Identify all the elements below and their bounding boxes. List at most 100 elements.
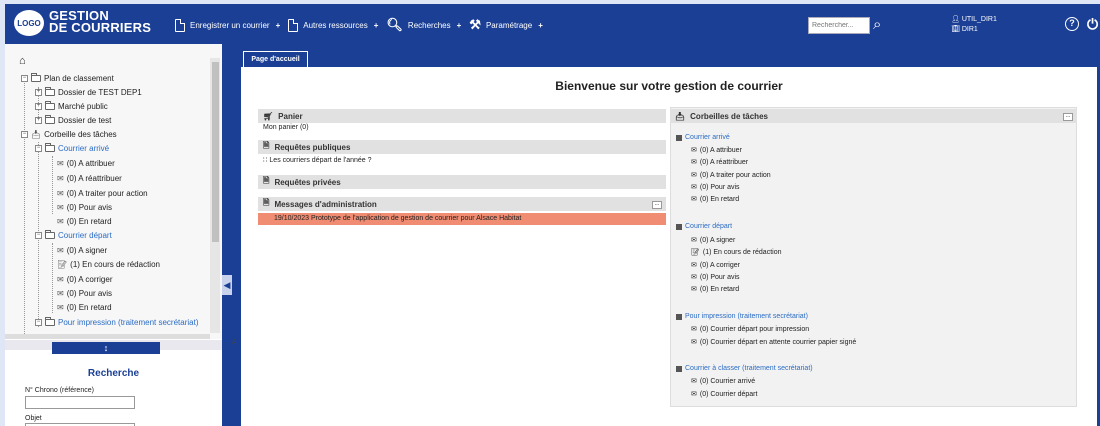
task-item[interactable]: ✉ (0) Courrier départ pour impression bbox=[691, 325, 809, 334]
task-item[interactable]: 📝︎ (1) En cours de rédaction bbox=[691, 248, 782, 257]
tree-marche-public[interactable]: + Marché public bbox=[35, 100, 108, 112]
folder-icon bbox=[45, 229, 55, 239]
tree-label: Plan de classement bbox=[44, 73, 114, 83]
nav-expand-icon[interactable]: + bbox=[276, 21, 281, 30]
nav-expand-icon[interactable]: + bbox=[538, 21, 543, 30]
folder-icon bbox=[45, 316, 55, 326]
task-item[interactable]: ✉ (0) A corriger bbox=[691, 261, 740, 270]
panier-link[interactable]: Mon panier (0) bbox=[263, 124, 309, 131]
tree-plan-classement[interactable]: − Plan de classement bbox=[21, 72, 114, 84]
tree-label: Courrier arrivé bbox=[58, 143, 110, 153]
search-icon: 🔍︎ bbox=[386, 17, 403, 32]
search-icon[interactable]: ⌕ bbox=[873, 16, 881, 33]
tree-label: Dossier de test bbox=[58, 115, 112, 125]
panel-title: Requêtes privées bbox=[274, 177, 341, 187]
dept-label: DIR1 bbox=[961, 26, 978, 33]
nav-expand-icon[interactable]: + bbox=[457, 21, 462, 30]
task-item[interactable]: ✉ (0) Pour avis bbox=[691, 273, 740, 282]
collapse-icon[interactable]: − bbox=[21, 74, 28, 82]
requete-publique-item[interactable]: ∷ Les courriers départ de l'année ? bbox=[263, 156, 372, 164]
collapse-sidebar-button[interactable]: ◀ bbox=[222, 275, 232, 295]
folder-icon bbox=[45, 114, 55, 124]
nav-enregistrer[interactable]: Enregistrer un courrier bbox=[175, 18, 270, 32]
tree-arrive-item[interactable]: ✉ (0) A attribuer bbox=[57, 157, 115, 169]
tab-page-accueil[interactable]: Page d'accueil bbox=[243, 51, 308, 67]
mail-icon: ✉ bbox=[57, 173, 64, 183]
tree-arrive-item[interactable]: ✉ (0) A réattribuer bbox=[57, 172, 122, 184]
collapse-icon[interactable]: − bbox=[35, 144, 42, 152]
chrono-input[interactable] bbox=[25, 396, 135, 409]
expand-icon[interactable]: + bbox=[35, 102, 42, 110]
collapse-icon[interactable] bbox=[676, 134, 682, 141]
tree-arrive-item[interactable]: ✉ (0) Pour avis bbox=[57, 201, 112, 213]
tree-depart-item[interactable]: ✉ (0) A corriger bbox=[57, 273, 113, 285]
expand-icon[interactable]: + bbox=[35, 116, 42, 124]
logo[interactable]: LOGO bbox=[14, 10, 44, 36]
mail-icon: ✉ bbox=[57, 274, 64, 284]
task-item[interactable]: ✉ (0) A traiter pour action bbox=[691, 171, 771, 180]
chrono-label: N° Chrono (référence) bbox=[25, 387, 94, 394]
tree-label: (0) Pour avis bbox=[66, 202, 113, 212]
tree-arrive-item[interactable]: ✉ (0) A traiter pour action bbox=[57, 187, 148, 199]
user-info[interactable]: 👤︎ UTIL_DIR1 🏢︎ DIR1 bbox=[951, 15, 997, 35]
tree-label: Courrier départ bbox=[58, 230, 112, 240]
horizontal-scrollbar[interactable] bbox=[5, 334, 210, 339]
mail-icon: ✉ bbox=[691, 286, 697, 293]
tree-depart-item[interactable]: ✉ (0) A signer bbox=[57, 244, 107, 256]
section-courrier-a-classer[interactable]: Courrier à classer (traitement secrétari… bbox=[676, 365, 813, 372]
tray-icon: 📥︎ bbox=[675, 111, 686, 121]
home-icon[interactable]: ⌂ bbox=[19, 55, 26, 67]
task-item[interactable]: ✉ (0) Courrier arrivé bbox=[691, 377, 755, 386]
help-icon[interactable]: ? bbox=[1065, 17, 1079, 31]
tree-dossier-test-dep1[interactable]: + Dossier de TEST DEP1 bbox=[35, 86, 142, 98]
collapse-icon[interactable] bbox=[676, 365, 682, 372]
tree-dossier-de-test[interactable]: + Dossier de test bbox=[35, 114, 111, 126]
section-courrier-depart[interactable]: Courrier départ bbox=[676, 223, 732, 230]
corbeilles-more-button[interactable]: ... bbox=[1063, 113, 1073, 121]
collapse-icon[interactable]: − bbox=[35, 231, 42, 239]
task-item[interactable]: ✉ (0) Courrier départ bbox=[691, 390, 757, 399]
task-item[interactable]: ✉ (0) Pour avis bbox=[691, 183, 740, 192]
power-icon[interactable]: ⏻ bbox=[1087, 16, 1098, 33]
section-courrier-arrive[interactable]: Courrier arrivé bbox=[676, 134, 730, 141]
tree-courrier-arrive[interactable]: − Courrier arrivé bbox=[35, 142, 109, 154]
task-item[interactable]: ✉ (0) A réattribuer bbox=[691, 158, 748, 167]
tree-depart-item[interactable]: 📝︎ (1) En cours de rédaction bbox=[57, 258, 160, 270]
collapse-icon[interactable]: − bbox=[21, 130, 28, 138]
requetes-publiques-header: 🗎 Requêtes publiques bbox=[258, 140, 666, 154]
nav-parametrage[interactable]: ⚒ Paramétrage bbox=[469, 17, 532, 33]
mail-icon: ✉ bbox=[57, 302, 64, 312]
section-pour-impression[interactable]: Pour impression (traitement secrétariat) bbox=[676, 313, 808, 320]
user-name: 👤︎ UTIL_DIR1 bbox=[951, 16, 997, 23]
tree-line bbox=[52, 156, 53, 214]
expand-icon[interactable]: + bbox=[35, 88, 42, 96]
tree-corbeille[interactable]: − 📥︎ Corbeille des tâches bbox=[21, 128, 117, 140]
tree-pour-impression[interactable]: − Pour impression (traitement secrétaria… bbox=[35, 316, 199, 328]
task-item[interactable]: ✉ (0) En retard bbox=[691, 285, 739, 294]
tree-arrive-item[interactable]: ✉ (0) En retard bbox=[57, 215, 112, 227]
task-item[interactable]: ✉ (0) Courrier départ en attente courrier… bbox=[691, 338, 856, 347]
mail-icon: ✉ bbox=[57, 158, 64, 168]
task-item[interactable]: ✉ (0) A attribuer bbox=[691, 146, 742, 155]
nav-autres-ressources[interactable]: Autres ressources bbox=[288, 18, 368, 32]
splitter-handle[interactable]: ↕ bbox=[52, 342, 160, 354]
task-item[interactable]: ✉ (0) A signer bbox=[691, 236, 735, 245]
search-input[interactable] bbox=[808, 17, 870, 34]
tree-label: Corbeille des tâches bbox=[44, 129, 117, 139]
draft-icon: 📝︎ bbox=[691, 249, 700, 256]
mail-icon: ✉ bbox=[57, 216, 64, 226]
collapse-icon[interactable] bbox=[676, 223, 682, 230]
collapse-icon[interactable]: − bbox=[35, 318, 42, 326]
message-icon: 🗎 bbox=[263, 198, 270, 207]
folder-icon bbox=[45, 100, 55, 110]
nav-expand-icon[interactable]: + bbox=[374, 21, 379, 30]
nav-recherches[interactable]: 🔍︎ Recherches bbox=[386, 17, 450, 33]
tree-courrier-depart[interactable]: − Courrier départ bbox=[35, 229, 112, 241]
tree-depart-item[interactable]: ✉ (0) En retard bbox=[57, 301, 112, 313]
task-item[interactable]: ✉ (0) En retard bbox=[691, 195, 739, 204]
messages-more-button[interactable]: ... bbox=[652, 201, 662, 209]
scrollbar-thumb[interactable] bbox=[212, 62, 219, 242]
collapse-icon[interactable] bbox=[676, 313, 682, 320]
panel-title: Corbeilles de tâches bbox=[690, 111, 768, 121]
tree-depart-item[interactable]: ✉ (0) Pour avis bbox=[57, 287, 112, 299]
